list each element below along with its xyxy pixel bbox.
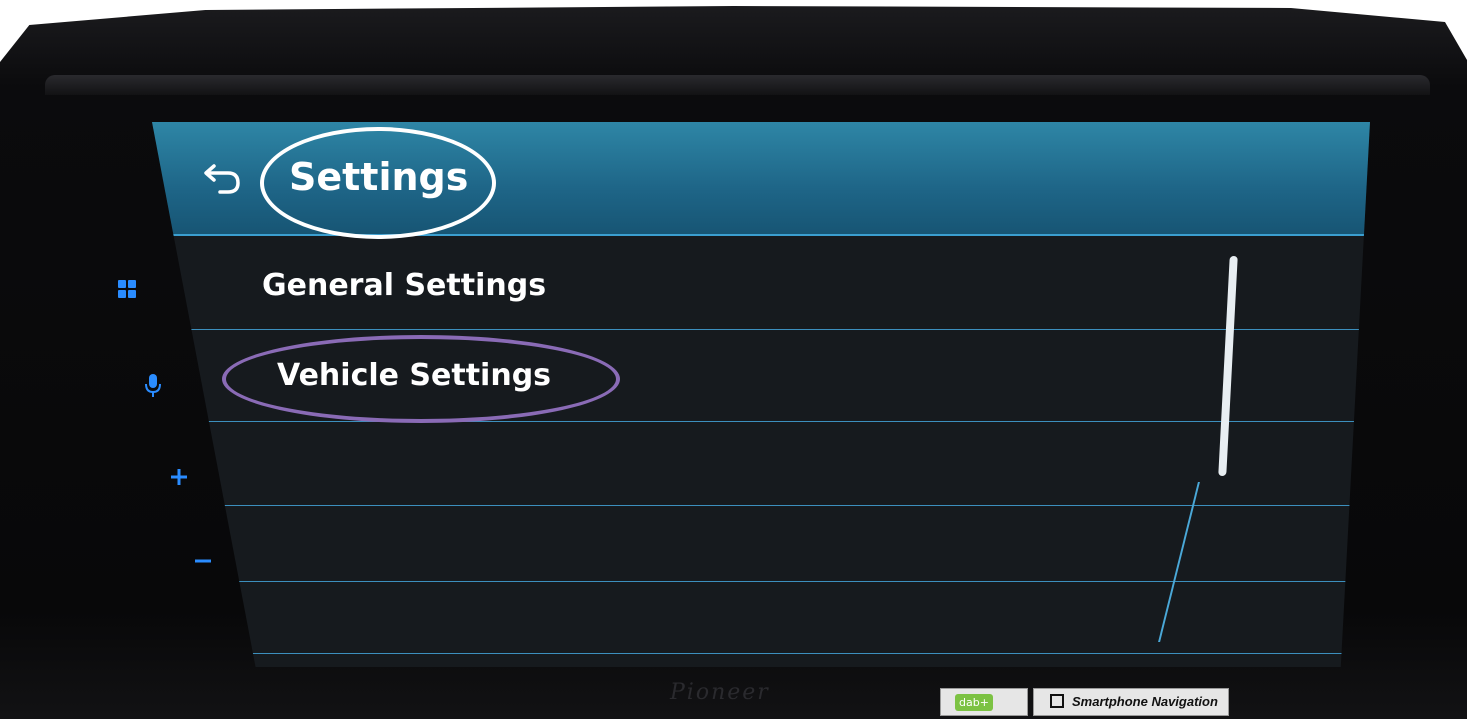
bezel xyxy=(45,75,1430,95)
back-arrow-icon[interactable] xyxy=(200,160,244,196)
plus-glyph xyxy=(171,469,187,485)
menu-item-empty-1[interactable] xyxy=(152,422,1370,506)
menu-item-label: General Settings xyxy=(262,268,547,303)
vehicle-settings-highlight-ellipse xyxy=(222,335,620,423)
menu-item-general-settings[interactable]: General Settings xyxy=(152,236,1370,330)
header-bar: Settings xyxy=(152,122,1370,239)
navigation-arrow-icon xyxy=(1050,694,1064,708)
dab-logo: dab+ xyxy=(955,694,993,711)
microphone-icon[interactable] xyxy=(138,372,168,405)
minus-glyph xyxy=(195,559,211,563)
home-grid-glyph xyxy=(118,280,136,298)
dab-badge: dab+ xyxy=(940,688,1028,716)
title-highlight-ellipse xyxy=(260,127,496,239)
home-grid-icon[interactable] xyxy=(112,278,142,305)
back-arrow-glyph xyxy=(204,164,240,194)
volume-up-icon[interactable] xyxy=(164,466,194,493)
smartphone-navigation-label: Smartphone Navigation xyxy=(1072,694,1218,709)
menu-item-empty-2[interactable] xyxy=(152,506,1370,582)
display-screen: Settings General Settings Vehicle Settin… xyxy=(152,122,1370,667)
brand-logo: Pioneer xyxy=(670,680,770,705)
smartphone-navigation-badge: Smartphone Navigation xyxy=(1033,688,1229,716)
microphone-glyph xyxy=(145,374,161,397)
menu-item-empty-3[interactable] xyxy=(152,582,1370,654)
head-unit-device: Settings General Settings Vehicle Settin… xyxy=(0,6,1467,719)
volume-down-icon[interactable] xyxy=(188,550,218,577)
